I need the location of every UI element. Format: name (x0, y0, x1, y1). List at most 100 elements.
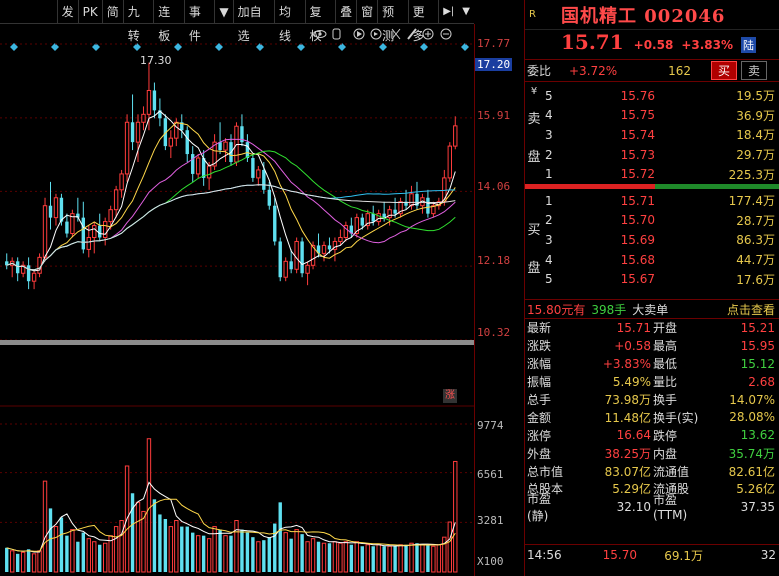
toolbar-dropdown[interactable]: ▼ (215, 0, 234, 24)
max-price-label: 17.30 (140, 54, 172, 67)
volume-bar (262, 540, 266, 572)
stat-label: 换手(实) (653, 410, 699, 425)
sell-price: 15.72 (620, 167, 655, 182)
volume-label-1: 9774 (477, 419, 504, 432)
buy-price: 15.67 (620, 272, 655, 287)
buy-row-2[interactable]: 2 15.70 28.7万 (525, 211, 779, 231)
buy-row-4[interactable]: 4 15.68 44.7万 (525, 250, 779, 270)
toolbar-btn-forecast[interactable]: 预测 (378, 0, 409, 43)
toolbar-btn-pk[interactable]: PK (79, 0, 103, 24)
toolbar-btn-lianban[interactable]: 连板 (154, 0, 185, 43)
sell-level: 4 (545, 108, 553, 123)
volume-bar (92, 541, 97, 573)
toolbar-btn-fuquan[interactable]: 复权 (306, 0, 337, 43)
volume-bar (195, 535, 201, 573)
volume-bar (15, 553, 20, 572)
event-marker-icon (338, 43, 346, 51)
toolbar-btn-jiuzhuan[interactable]: 九转 (124, 0, 155, 43)
candle-body (426, 197, 430, 214)
stat-label: 流通值 (653, 464, 690, 479)
zoom-out-icon[interactable] (440, 28, 452, 40)
toolbar-btn-add-watchlist[interactable]: 加自选 (234, 0, 275, 43)
volume-bar (310, 538, 316, 573)
volume-bar (152, 499, 157, 572)
volume-bar (5, 547, 9, 572)
toolbar-btn-ma[interactable]: 均线 (275, 0, 306, 43)
toolbar-btn-more[interactable]: 更多 (409, 0, 440, 43)
buy-row-3[interactable]: 3 15.69 86.3万 (525, 230, 779, 250)
sell-level: 3 (545, 127, 553, 142)
sell-button[interactable]: 卖 (741, 61, 768, 80)
toolbar-btn-overlay[interactable]: 叠 (336, 0, 358, 24)
tick-volume: 69.1万 (664, 548, 703, 563)
candle-body (81, 217, 86, 250)
price-change-pct: +3.83% (681, 38, 733, 52)
stats-row: 金额 11.48亿 换手(实) 28.08% (525, 408, 779, 426)
stats-row: 总手 73.98万 换手 14.07% (525, 391, 779, 409)
volume-bar (20, 551, 26, 573)
eye-icon[interactable] (313, 30, 327, 38)
volume-bar (10, 550, 15, 573)
play-icon[interactable] (353, 28, 365, 40)
sell-volume: 29.7万 (736, 148, 775, 163)
volume-bar (360, 546, 364, 572)
stat-label: 量比 (653, 375, 678, 390)
toolbar-btn-fa[interactable]: 发 (58, 0, 79, 24)
stat-value: 5.49% (612, 374, 651, 389)
candle-body (305, 264, 310, 274)
volume-bar (135, 501, 141, 573)
panel-separator[interactable] (0, 340, 474, 345)
volume-bar (447, 521, 452, 573)
tick-list[interactable]: 14:56 15.70 69.1万 32 (525, 544, 779, 565)
buy-row-1[interactable]: 1 15.71 177.4万 (525, 191, 779, 211)
pen-icon[interactable] (407, 28, 417, 40)
candle-body (130, 122, 135, 143)
price-label-3: 14.06 (477, 180, 511, 193)
big-order-row: 15.80元有 398手 大卖单 点击查看 (525, 299, 779, 319)
candle-body (113, 189, 119, 211)
volume-bar (174, 520, 179, 573)
candle-body (321, 244, 327, 254)
volume-bar (158, 514, 162, 572)
buy-side-label-2: 盘 (527, 261, 541, 276)
volume-bar (376, 544, 381, 573)
toolbar-collapse-icon[interactable]: ▼ (458, 6, 474, 17)
toolbar-handle (0, 0, 58, 24)
sell-row-3[interactable]: 3 15.74 18.4万 (525, 125, 779, 145)
candle-body (53, 197, 59, 219)
quote-header: R 国机精工 002046 (525, 0, 779, 30)
r-badge: R (529, 9, 536, 20)
sell-price: 15.76 (620, 88, 655, 103)
sell-price: 15.73 (620, 147, 655, 162)
buy-row-5[interactable]: 5 15.67 17.6万 (525, 269, 779, 289)
kline-chart-svg[interactable]: 17.30 (0, 24, 474, 576)
stats-row: 振幅 5.49% 量比 2.68 (525, 373, 779, 391)
hand-icon[interactable] (332, 28, 341, 40)
big-order-link[interactable]: 点击查看 (727, 301, 779, 318)
toolbar-btn-shijian[interactable]: 事件 (185, 0, 216, 43)
candle-body (92, 225, 97, 238)
toolbar-btn-jian[interactable]: 简 (103, 0, 124, 24)
replay-icon[interactable] (370, 28, 382, 40)
tick-row: 14:56 15.70 69.1万 32 (525, 545, 779, 565)
big-order-label: 大卖单 (632, 302, 669, 317)
rise-badge[interactable]: 涨 (443, 389, 457, 403)
candle-body (141, 113, 146, 123)
sell-row-1[interactable]: 1 15.72 225.3万 (525, 164, 779, 184)
stock-name[interactable]: 国机精工 002046 (561, 2, 725, 28)
toolbar-btn-window[interactable]: 窗 (357, 0, 379, 24)
buy-button[interactable]: 买 (711, 61, 738, 80)
stats-row: 涨幅 +3.83% 最低 15.12 (525, 355, 779, 373)
sell-row-5[interactable]: 5 15.76 19.5万 (525, 86, 779, 106)
kline-chart-area[interactable]: 17.30 (0, 24, 474, 576)
sell-row-2[interactable]: 2 15.73 29.7万 (525, 145, 779, 165)
volume-label-3: 3281 (477, 514, 504, 527)
zoom-in-icon[interactable] (422, 28, 434, 40)
scissors-icon[interactable] (391, 28, 401, 40)
toolbar-end-icon[interactable]: ▶| (439, 6, 458, 17)
exchange-badge[interactable]: 陆 (741, 37, 756, 53)
candle-body (245, 142, 250, 159)
stat-value: +3.83% (602, 356, 651, 371)
price-row: 15.71 +0.58 +3.83% 陆 (525, 30, 779, 60)
sell-row-4[interactable]: 4 15.75 36.9万 (525, 106, 779, 126)
